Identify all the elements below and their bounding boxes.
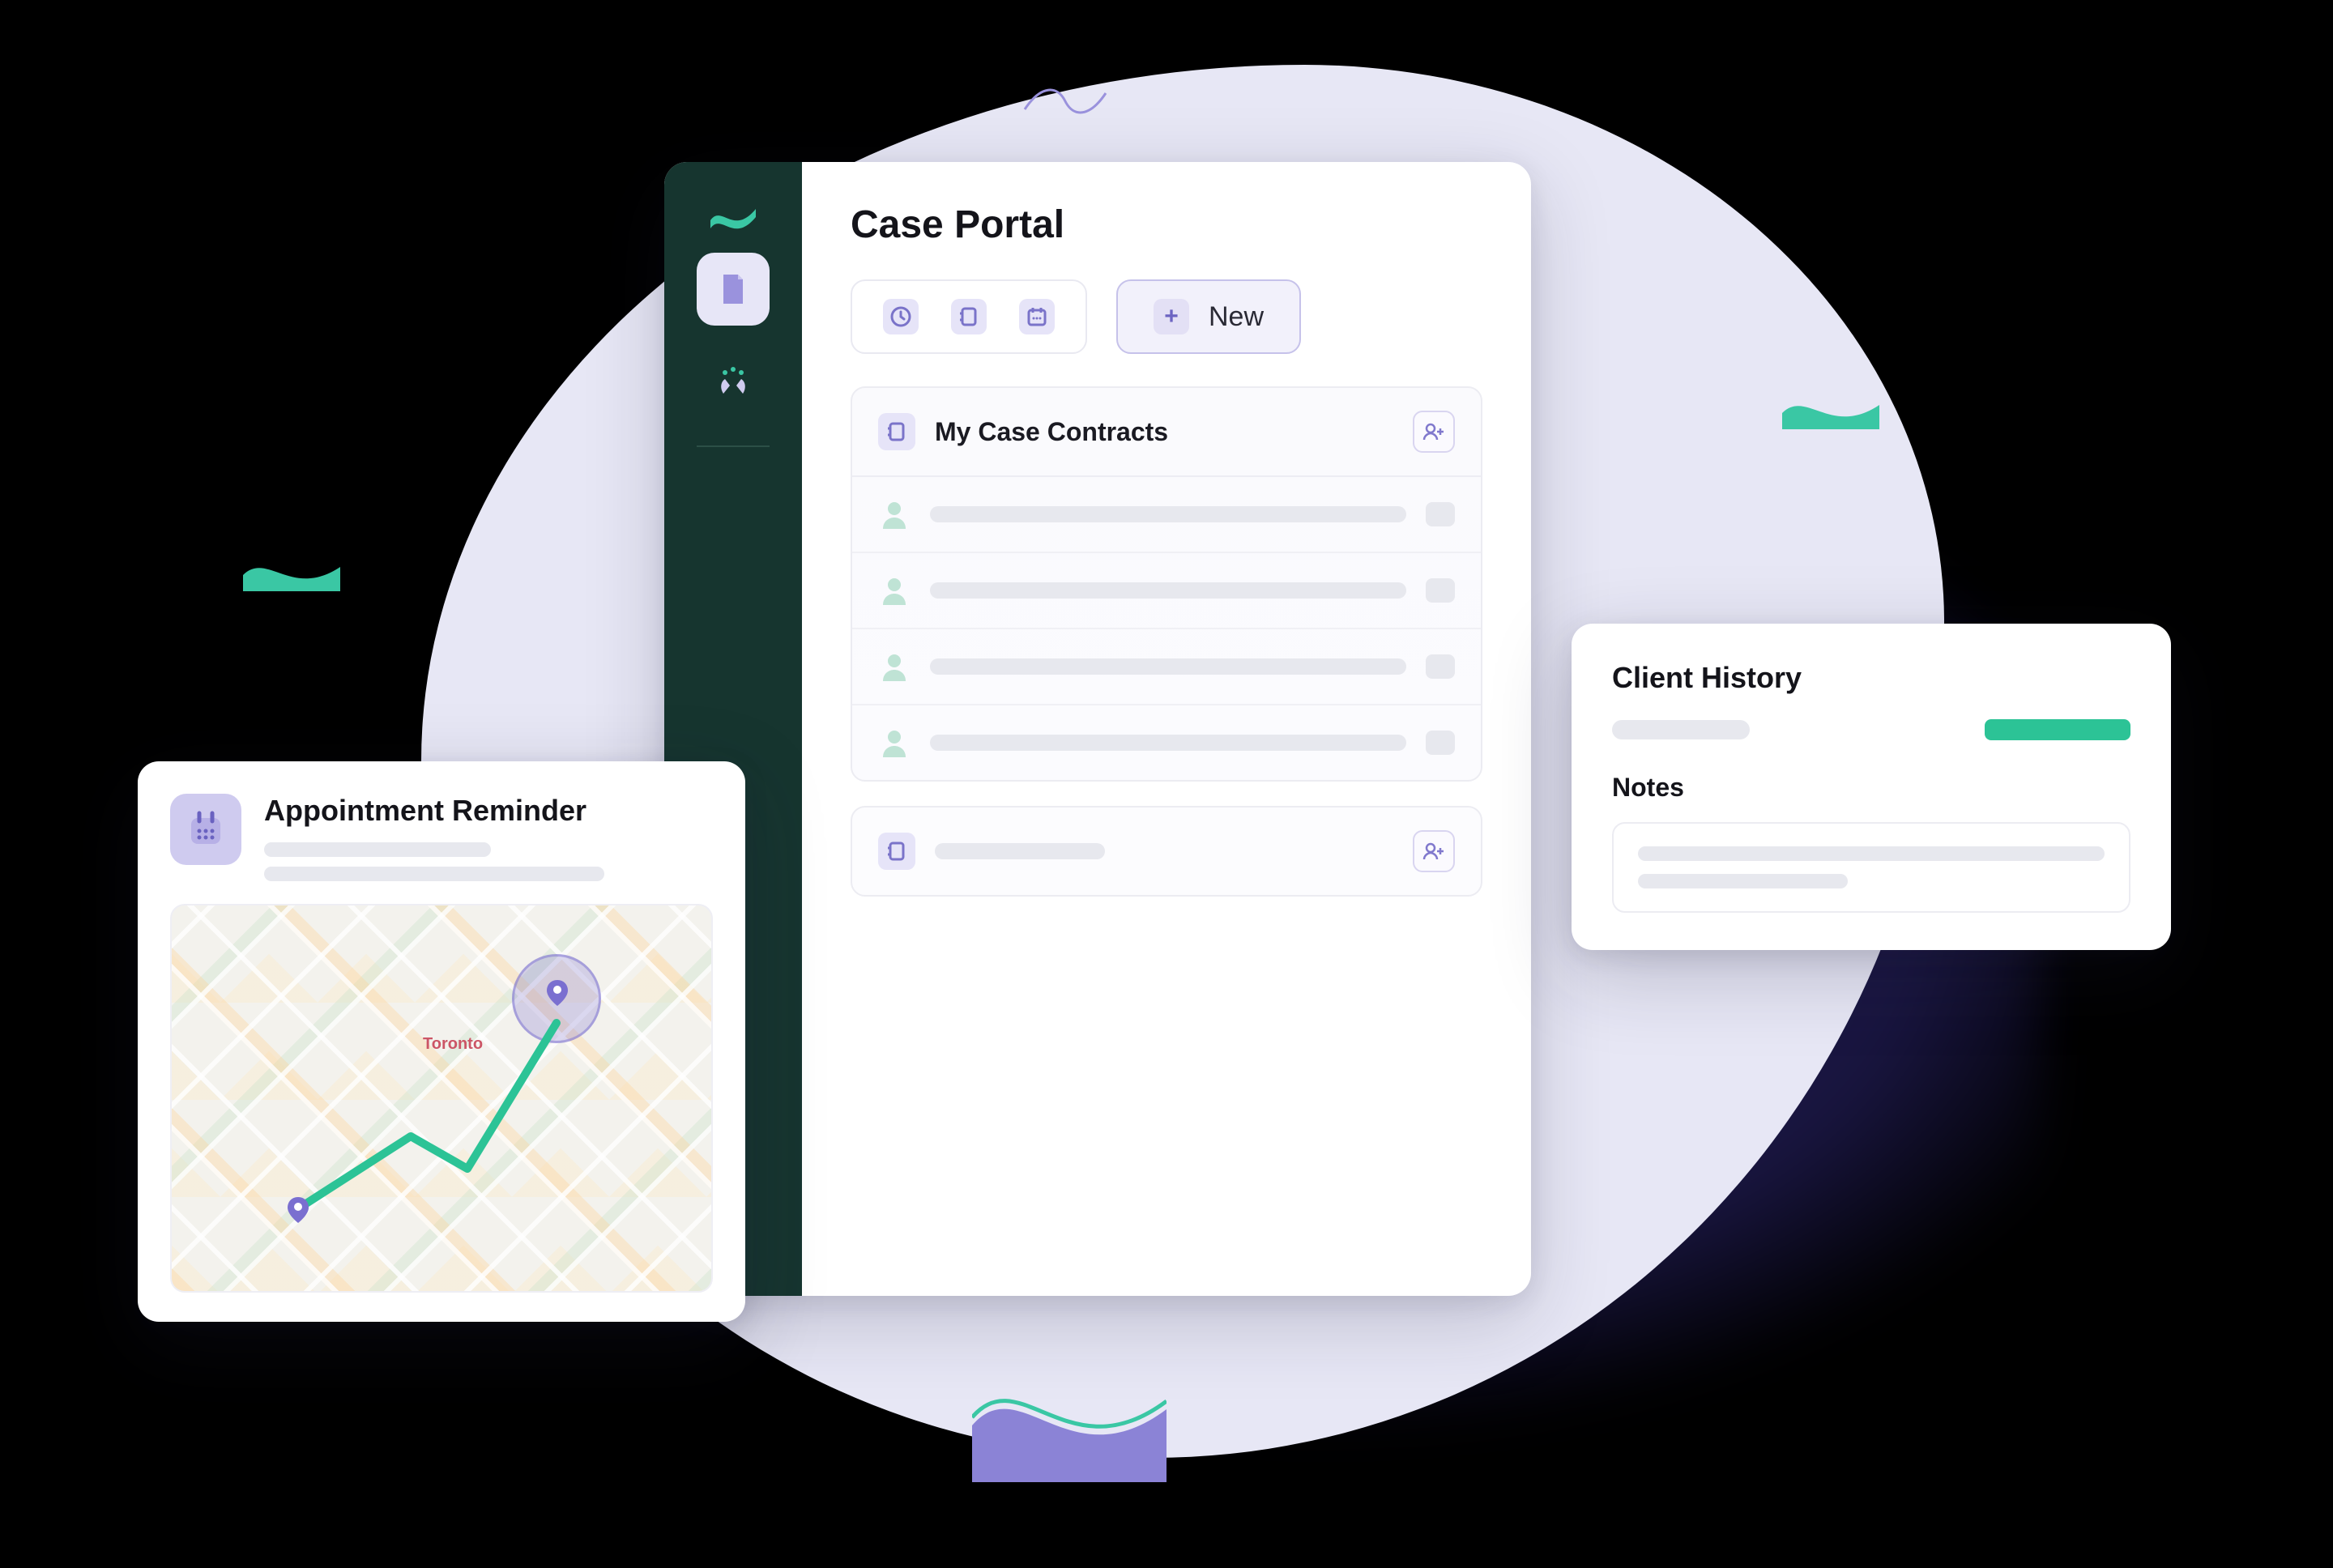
toolbar-view-group (851, 279, 1087, 354)
sidebar-item-collaboration[interactable] (697, 345, 770, 418)
client-history-card: Client History Notes (1572, 624, 2171, 950)
my-case-contracts-section: My Case Contracts (851, 386, 1482, 782)
calendar-icon[interactable] (1019, 299, 1055, 334)
client-history-row (1612, 719, 2130, 740)
list-item[interactable] (852, 629, 1481, 705)
placeholder-text (1612, 720, 1750, 739)
person-icon (878, 498, 911, 530)
placeholder-text (930, 582, 1406, 599)
add-contact-button[interactable] (1413, 830, 1455, 872)
add-contact-button[interactable] (1413, 411, 1455, 453)
placeholder-chip (1426, 731, 1455, 755)
clock-icon[interactable] (883, 299, 919, 334)
person-icon (878, 726, 911, 759)
list-item[interactable] (852, 553, 1481, 629)
wave-decoration-icon (1782, 389, 1879, 429)
placeholder-text (1638, 846, 2105, 861)
client-history-title: Client History (1612, 661, 2130, 695)
case-portal-window: Case Portal + New (664, 162, 1531, 1296)
wave-decoration-icon (1021, 77, 1110, 126)
app-logo-icon (707, 194, 759, 233)
placeholder-text (930, 658, 1406, 675)
placeholder-text (264, 842, 491, 857)
wave-decoration-icon (243, 551, 340, 591)
placeholder-chip (1426, 654, 1455, 679)
list-item[interactable] (852, 705, 1481, 780)
list-item[interactable] (852, 477, 1481, 553)
calendar-icon (170, 794, 241, 865)
placeholder-chip (1426, 578, 1455, 603)
placeholder-text (1638, 874, 1848, 888)
placeholder-text (930, 506, 1406, 522)
wave-decoration-icon (972, 1361, 1166, 1482)
new-button[interactable]: + New (1116, 279, 1301, 354)
appointment-title: Appointment Reminder (264, 794, 604, 828)
placeholder-text (930, 735, 1406, 751)
placeholder-chip (1426, 502, 1455, 526)
page-title: Case Portal (851, 202, 1482, 247)
map-preview[interactable]: Toronto (170, 904, 713, 1293)
placeholder-text (935, 843, 1105, 859)
person-icon (878, 650, 911, 683)
appointment-reminder-card: Appointment Reminder Toronto (138, 761, 745, 1322)
map-city-label: Toronto (423, 1035, 483, 1054)
notebook-icon[interactable] (951, 299, 987, 334)
section-header: My Case Contracts (852, 388, 1481, 477)
new-button-label: New (1209, 301, 1264, 333)
notes-title: Notes (1612, 773, 2130, 803)
map-pin-icon (543, 978, 572, 1008)
notebook-icon (878, 413, 915, 450)
notes-box[interactable] (1612, 822, 2130, 913)
sidebar-divider (697, 445, 770, 447)
status-badge (1985, 719, 2130, 740)
person-icon (878, 574, 911, 607)
placeholder-text (264, 867, 604, 881)
section-title: My Case Contracts (935, 417, 1393, 447)
map-pin-icon (284, 1195, 313, 1225)
toolbar: + New (851, 279, 1482, 354)
sidebar-item-documents[interactable] (697, 253, 770, 326)
secondary-section (851, 806, 1482, 897)
portal-main: Case Portal + New (802, 162, 1531, 1296)
notebook-icon (878, 833, 915, 870)
plus-icon: + (1154, 299, 1189, 334)
